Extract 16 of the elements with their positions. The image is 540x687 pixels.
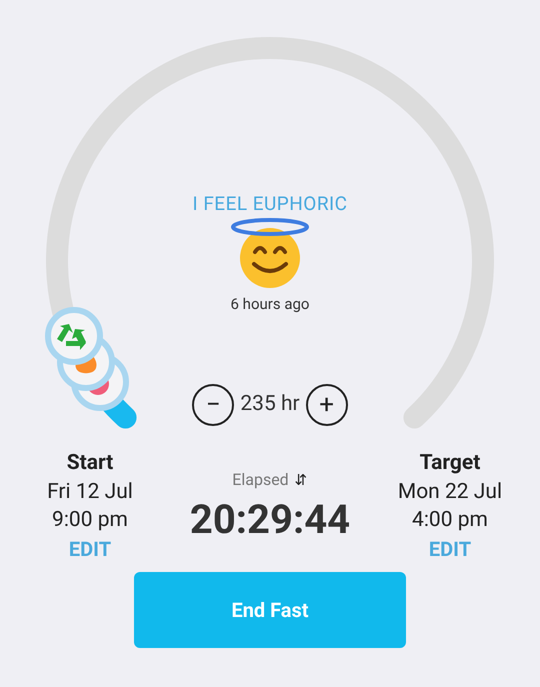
event-markers-drawing[interactable] [45,307,129,411]
sort-toggle[interactable]: ⇵ [294,468,308,492]
mood-time: 6 hours ago [230,294,310,314]
time-text: 9:00 pm [52,507,128,534]
decrease-button[interactable]: − [192,384,234,426]
mood-label: I FEEL EUPHORIC [192,192,348,216]
column-label: Target [420,450,480,477]
time-text: 4:00 pm [412,507,488,534]
elapsed-label: Elapsed [232,469,289,491]
date-text: Mon 22 Jul [398,479,502,506]
smiling-face-with-halo-icon [229,218,311,288]
increase-button[interactable]: + [306,384,348,426]
elapsed-time: 20:29:44 [190,496,350,544]
date-text: Fri 12 Jul [47,479,133,506]
column-label: Start [66,450,114,477]
duration-text: 235 hr [240,391,300,418]
